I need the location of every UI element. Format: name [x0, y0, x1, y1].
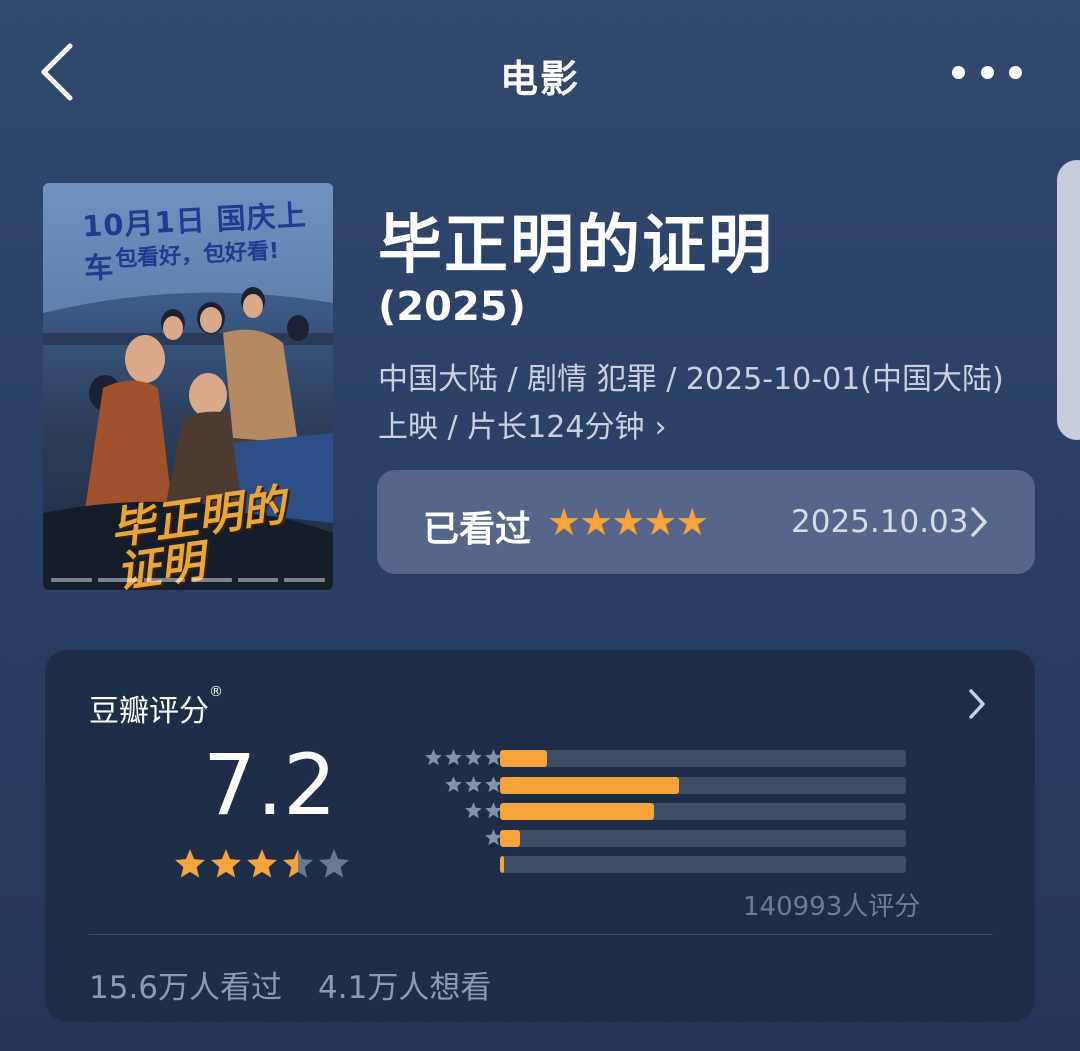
star-filled-icon: [247, 849, 277, 878]
douban-rating-card: 豆瓣评分® 7.2 140993人评分 15.6万人看过 4.1万人想看: [45, 650, 1035, 1022]
stats-row: 15.6万人看过 4.1万人想看: [89, 962, 491, 1007]
distribution-bar-track: [500, 856, 906, 873]
distribution-bar: [500, 750, 547, 767]
movie-year: (2025): [378, 284, 526, 330]
user-rating-stars: ★★★★★: [547, 500, 709, 544]
movie-info-line-2: 上映 / 片长124分钟 ›: [378, 404, 1048, 452]
movie-info-line-2-text: 上映 / 片长124分钟: [378, 410, 645, 445]
star-icon: [445, 775, 462, 792]
watched-status-card[interactable]: 已看过 ★★★★★ 2025.10.03: [377, 470, 1035, 574]
distribution-bar-track: [500, 776, 906, 794]
distribution-bar: [500, 829, 521, 847]
poster-credits: [51, 578, 326, 586]
distribution-row: [383, 852, 953, 879]
star-icon: [465, 775, 482, 792]
star-filled-icon: [211, 849, 241, 878]
score-stars: [173, 847, 351, 881]
movie-title: 毕正明的证明: [378, 209, 774, 283]
movie-info[interactable]: 中国大陆 / 剧情 犯罪 / 2025-10-01(中国大陆) 上映 / 片长1…: [378, 356, 1048, 452]
distribution-bar-track: [500, 829, 906, 847]
movie-info-line-1: 中国大陆 / 剧情 犯罪 / 2025-10-01(中国大陆): [378, 362, 1004, 397]
distribution-row: [383, 799, 953, 826]
chevron-right-icon[interactable]: [967, 688, 987, 720]
rating-heading-text: 豆瓣评分: [89, 694, 209, 729]
rating-count: 140993人评分: [743, 892, 921, 922]
distribution-bar-track: [500, 803, 906, 820]
rating-heading: 豆瓣评分®: [89, 684, 223, 730]
side-drawer-handle[interactable]: [1057, 160, 1080, 440]
star-empty-icon: [319, 849, 349, 878]
watched-date: 2025.10.03: [791, 504, 969, 540]
divider: [89, 934, 993, 935]
star-icon: [425, 749, 442, 766]
more-options-icon[interactable]: [952, 58, 1022, 86]
star-filled-icon: [175, 849, 205, 878]
star-half-icon: [283, 849, 313, 878]
chevron-right-icon: ›: [654, 410, 667, 445]
distribution-bar: [500, 803, 655, 820]
distribution-row: [383, 773, 953, 800]
registered-mark: ®: [209, 684, 223, 700]
page-title: 电影: [499, 57, 580, 101]
chevron-right-icon: [971, 507, 987, 537]
watched-count[interactable]: 15.6万人看过: [89, 962, 282, 1007]
star-icon: [465, 749, 482, 766]
star-icon: [445, 749, 462, 766]
distribution-bar-track: [500, 750, 906, 767]
rating-distribution: [383, 746, 953, 879]
top-bar: 电影: [0, 0, 1080, 140]
movie-poster[interactable]: 10月1日 国庆上车 包看好，包好看! 毕正明的证明: [43, 183, 333, 590]
distribution-bar: [500, 856, 505, 873]
rating-score: 7.2: [203, 736, 337, 834]
distribution-bar: [500, 776, 679, 794]
distribution-row: [383, 746, 953, 773]
watched-label: 已看过: [423, 509, 532, 550]
distribution-row: [383, 826, 953, 853]
wish-count[interactable]: 4.1万人想看: [318, 962, 491, 1007]
star-icon: [465, 802, 482, 819]
